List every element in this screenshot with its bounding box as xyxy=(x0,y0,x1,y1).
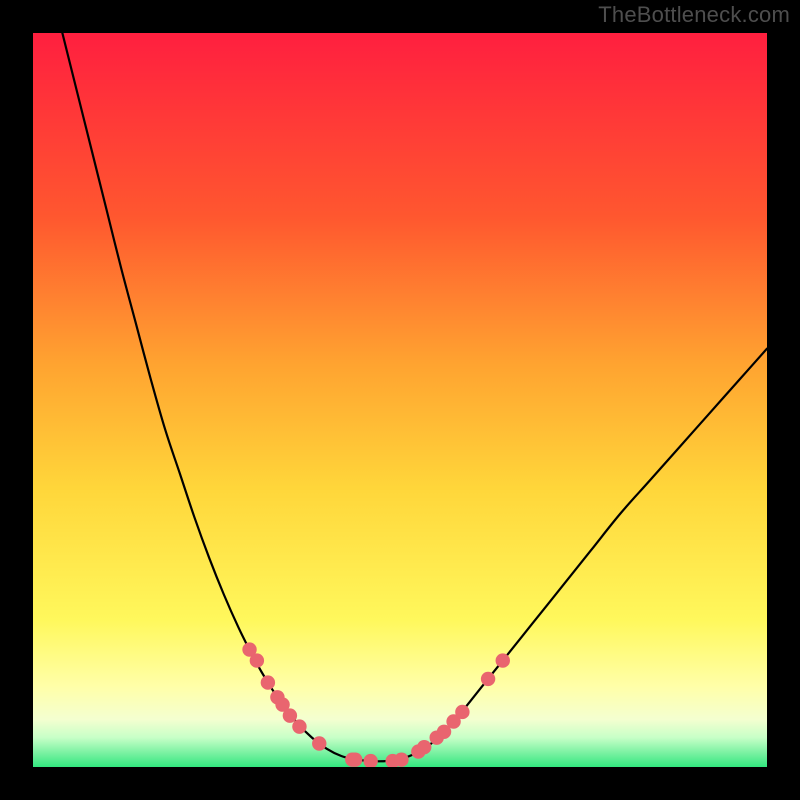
data-marker xyxy=(250,653,264,667)
data-marker xyxy=(261,675,275,689)
data-marker xyxy=(417,740,431,754)
data-marker xyxy=(283,708,297,722)
plot-area xyxy=(33,33,767,767)
data-marker xyxy=(496,653,510,667)
data-marker xyxy=(394,752,408,766)
data-marker xyxy=(348,752,362,766)
gradient-background xyxy=(33,33,767,767)
data-marker xyxy=(481,672,495,686)
chart-frame: TheBottleneck.com xyxy=(0,0,800,800)
data-marker xyxy=(312,736,326,750)
data-marker xyxy=(455,705,469,719)
data-marker xyxy=(292,719,306,733)
plot-svg xyxy=(33,33,767,767)
watermark-text: TheBottleneck.com xyxy=(598,2,790,28)
